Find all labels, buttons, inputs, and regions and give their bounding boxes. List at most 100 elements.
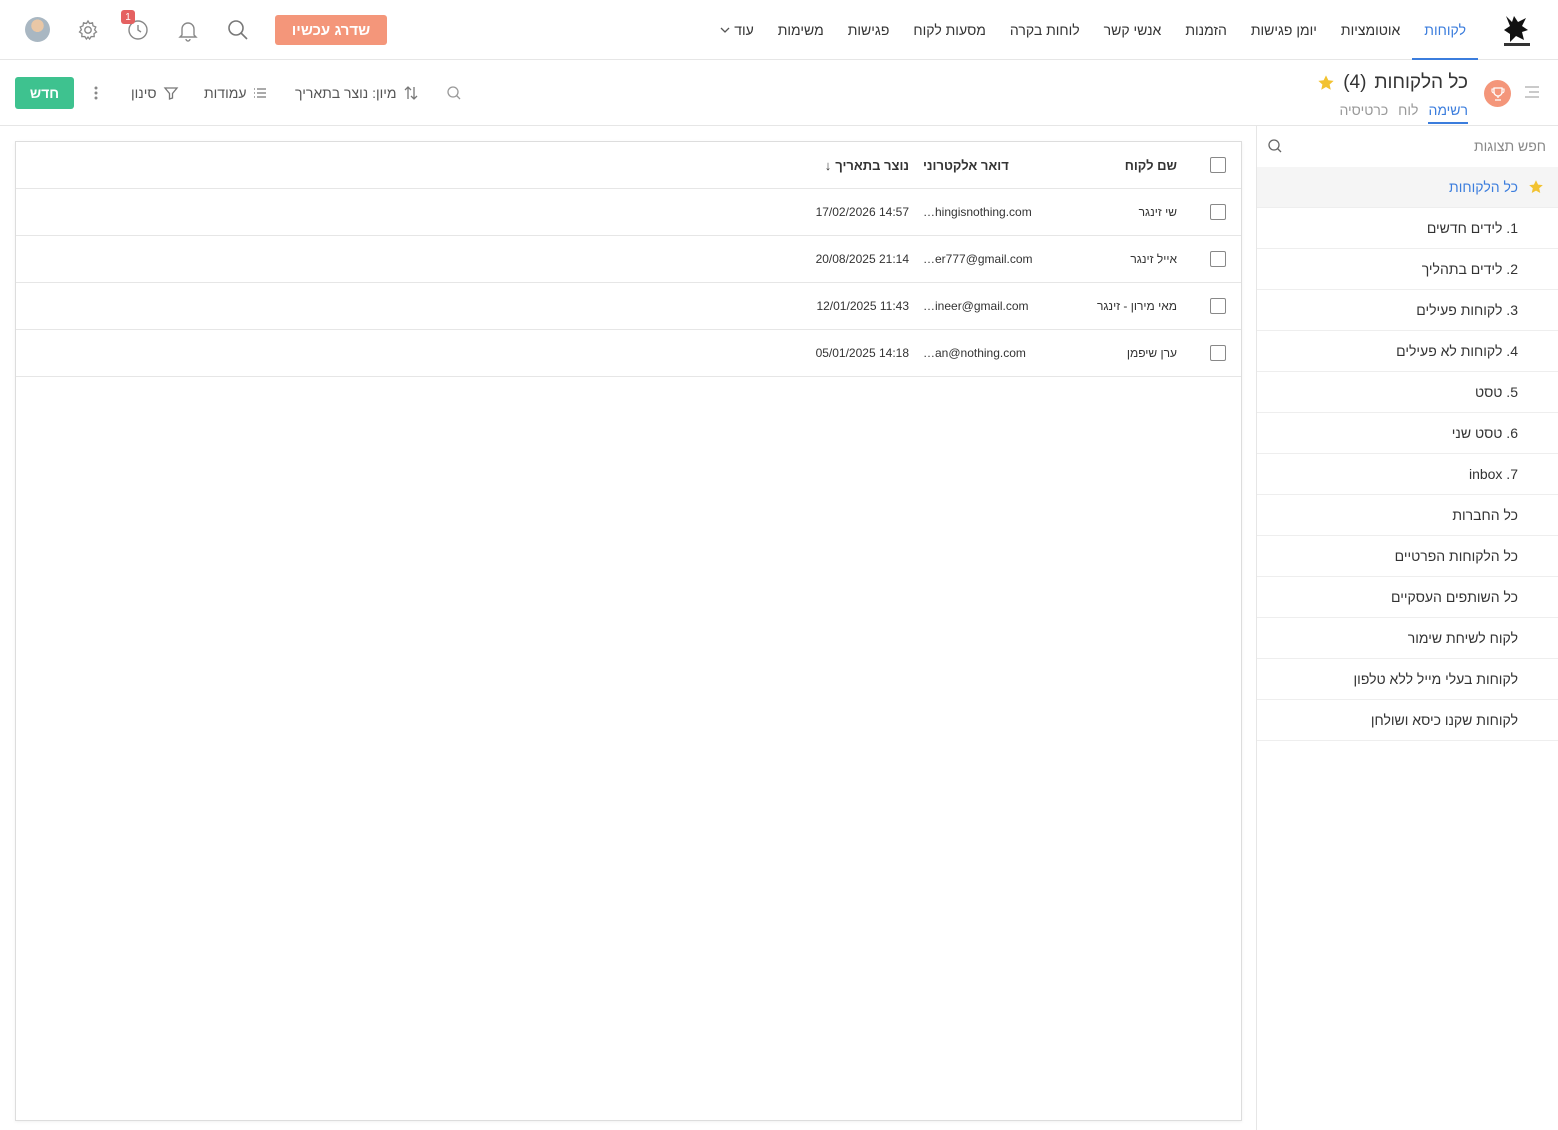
column-header-name[interactable]: שם לקוח	[1057, 142, 1177, 188]
views-sidebar: כל הלקוחות 1. לידים חדשים 2. לידים בתהלי…	[1256, 126, 1558, 1130]
customer-name[interactable]: ערן שיפמן	[1057, 330, 1177, 376]
customer-email-text: …ineer@gmail.com	[923, 299, 1029, 313]
views-search-input[interactable]	[1306, 136, 1546, 156]
views-list: כל הלקוחות 1. לידים חדשים 2. לידים בתהלי…	[1257, 167, 1558, 741]
sort-icon	[404, 86, 418, 100]
tab-list[interactable]: רשימה	[1428, 102, 1468, 124]
row-checkbox[interactable]	[1210, 345, 1226, 361]
sidebar-item-inactive-customers[interactable]: 4. לקוחות לא פעילים	[1257, 331, 1558, 372]
new-button[interactable]: חדש	[15, 77, 74, 109]
nav-item-customers[interactable]: לקוחות	[1412, 0, 1478, 60]
filter-icon	[163, 87, 178, 100]
table-row[interactable]: ערן שיפמן …an@nothing.com 14:18 05/01/20…	[16, 330, 1241, 377]
sidebar-item-label: לקוח לשיחת שימור	[1407, 630, 1518, 646]
row-checkbox[interactable]	[1210, 298, 1226, 314]
menu-icon[interactable]	[1523, 85, 1541, 99]
customer-name[interactable]: שי זינגר	[1057, 189, 1177, 235]
customer-email-text: …an@nothing.com	[923, 346, 1026, 360]
customers-table: שם לקוח דואר אלקטרוני נוצר בתאריך ↓ שי ז…	[15, 141, 1242, 1121]
customer-email[interactable]: …an@nothing.com	[923, 330, 1043, 376]
sidebar-item-test-two[interactable]: 6. טסט שני	[1257, 413, 1558, 454]
customer-created: 14:18 05/01/2025	[815, 346, 909, 360]
sidebar-item-label: 5. טסט	[1474, 384, 1518, 400]
sidebar-item-label: לקוחות שקנו כיסא ושולחן	[1370, 712, 1518, 728]
nav-item-tasks[interactable]: משימות	[766, 0, 836, 60]
nav-item-automations[interactable]: אוטומציות	[1329, 0, 1412, 60]
top-navbar: לקוחות אוטומציות יומן פגישות הזמנות אנשי…	[0, 0, 1558, 60]
upgrade-button[interactable]: שדרג עכשיו	[275, 15, 387, 45]
sidebar-item-label: לקוחות בעלי מייל ללא טלפון	[1353, 671, 1518, 687]
bell-icon[interactable]	[176, 18, 200, 42]
customer-email-text: …er777@gmail.com	[923, 252, 1033, 266]
sort-label: מיון: נוצר בתאריך	[295, 85, 397, 101]
page-title: כל הלקוחות (4)	[1317, 70, 1468, 96]
customer-email[interactable]: …er777@gmail.com	[923, 236, 1043, 282]
tab-card[interactable]: כרטיסיה	[1339, 102, 1388, 124]
sidebar-item-all-private-customers[interactable]: כל הלקוחות הפרטיים	[1257, 536, 1558, 577]
nav-item-more[interactable]: עוד	[708, 0, 766, 60]
sidebar-item-label: 6. טסט שני	[1451, 425, 1518, 441]
customer-name[interactable]: מאי מירון - זינגר	[1057, 283, 1177, 329]
sidebar-item-leads-in-progress[interactable]: 2. לידים בתהליך	[1257, 249, 1558, 290]
row-checkbox[interactable]	[1210, 204, 1226, 220]
customer-email-text: …hingisnothing.com	[923, 205, 1032, 219]
table-search-icon[interactable]	[446, 82, 462, 104]
star-icon[interactable]	[1528, 179, 1544, 195]
nav-item-dashboards[interactable]: לוחות בקרה	[998, 0, 1092, 60]
nav-item-meetings[interactable]: פגישות	[836, 0, 902, 60]
table-row[interactable]: שי זינגר …hingisnothing.com 14:57 17/02/…	[16, 189, 1241, 236]
customer-created: 21:14 20/08/2025	[815, 252, 909, 266]
nav-more-label: עוד	[734, 22, 754, 38]
sidebar-item-all-customers[interactable]: כל הלקוחות	[1257, 167, 1558, 208]
customer-email[interactable]: …hingisnothing.com	[923, 189, 1043, 235]
columns-button[interactable]: עמודות	[204, 82, 268, 104]
table-row[interactable]: מאי מירון - זינגר …ineer@gmail.com 11:43…	[16, 283, 1241, 330]
customer-email[interactable]: …ineer@gmail.com	[923, 283, 1043, 329]
sidebar-item-label: 3. לקוחות פעילים	[1416, 302, 1518, 318]
select-all-checkbox[interactable]	[1210, 157, 1226, 173]
trophy-icon	[1484, 80, 1511, 107]
sidebar-item-label: 1. לידים חדשים	[1426, 220, 1518, 236]
sidebar-item-email-no-phone[interactable]: לקוחות בעלי מייל ללא טלפון	[1257, 659, 1558, 700]
list-icon	[254, 88, 267, 98]
nav-item-customer-journeys[interactable]: מסעות לקוח	[901, 0, 998, 60]
column-header-email[interactable]: דואר אלקטרוני	[923, 142, 1043, 188]
customer-name[interactable]: אייל זינגר	[1057, 236, 1177, 282]
sidebar-item-label: 4. לקוחות לא פעילים	[1396, 343, 1518, 359]
customer-created: 11:43 12/01/2025	[816, 299, 909, 313]
sidebar-item-all-business-partners[interactable]: כל השותפים העסקיים	[1257, 577, 1558, 618]
sidebar-item-test[interactable]: 5. טסט	[1257, 372, 1558, 413]
sidebar-item-label: כל הלקוחות הפרטיים	[1394, 548, 1518, 564]
logo[interactable]	[1500, 12, 1534, 48]
star-icon[interactable]	[1317, 74, 1335, 92]
nav-item-orders[interactable]: הזמנות	[1173, 0, 1239, 60]
record-count: (4)	[1343, 72, 1367, 93]
gear-icon[interactable]	[76, 18, 100, 42]
search-icon[interactable]	[226, 18, 250, 42]
filter-button[interactable]: סינון	[131, 82, 179, 104]
main-nav: לקוחות אוטומציות יומן פגישות הזמנות אנשי…	[708, 0, 1478, 60]
history-badge: 1	[121, 10, 135, 24]
avatar[interactable]	[25, 17, 50, 42]
sidebar-item-label: כל הלקוחות	[1449, 179, 1518, 195]
tab-board[interactable]: לוח	[1398, 102, 1418, 124]
more-options-icon[interactable]	[90, 82, 102, 104]
column-header-created[interactable]: נוצר בתאריך ↓	[789, 142, 909, 188]
sidebar-item-active-customers[interactable]: 3. לקוחות פעילים	[1257, 290, 1558, 331]
chevron-down-icon	[720, 27, 730, 33]
nav-item-contacts[interactable]: אנשי קשר	[1092, 0, 1174, 60]
sidebar-item-label: 2. לידים בתהליך	[1421, 261, 1518, 277]
nav-item-meetings-calendar[interactable]: יומן פגישות	[1239, 0, 1329, 60]
filter-label: סינון	[131, 85, 157, 101]
sidebar-item-inbox[interactable]: 7. inbox	[1257, 454, 1558, 495]
sidebar-item-bought-chair-table[interactable]: לקוחות שקנו כיסא ושולחן	[1257, 700, 1558, 741]
sidebar-item-new-leads[interactable]: 1. לידים חדשים	[1257, 208, 1558, 249]
row-checkbox[interactable]	[1210, 251, 1226, 267]
sidebar-item-label: 7. inbox	[1468, 466, 1518, 482]
sidebar-item-all-companies[interactable]: כל החברות	[1257, 495, 1558, 536]
sidebar-item-retention-call[interactable]: לקוח לשיחת שימור	[1257, 618, 1558, 659]
customer-created: 14:57 17/02/2026	[815, 205, 909, 219]
sort-button[interactable]: מיון: נוצר בתאריך	[295, 82, 419, 104]
table-row[interactable]: אייל זינגר …er777@gmail.com 21:14 20/08/…	[16, 236, 1241, 283]
columns-label: עמודות	[204, 85, 247, 101]
